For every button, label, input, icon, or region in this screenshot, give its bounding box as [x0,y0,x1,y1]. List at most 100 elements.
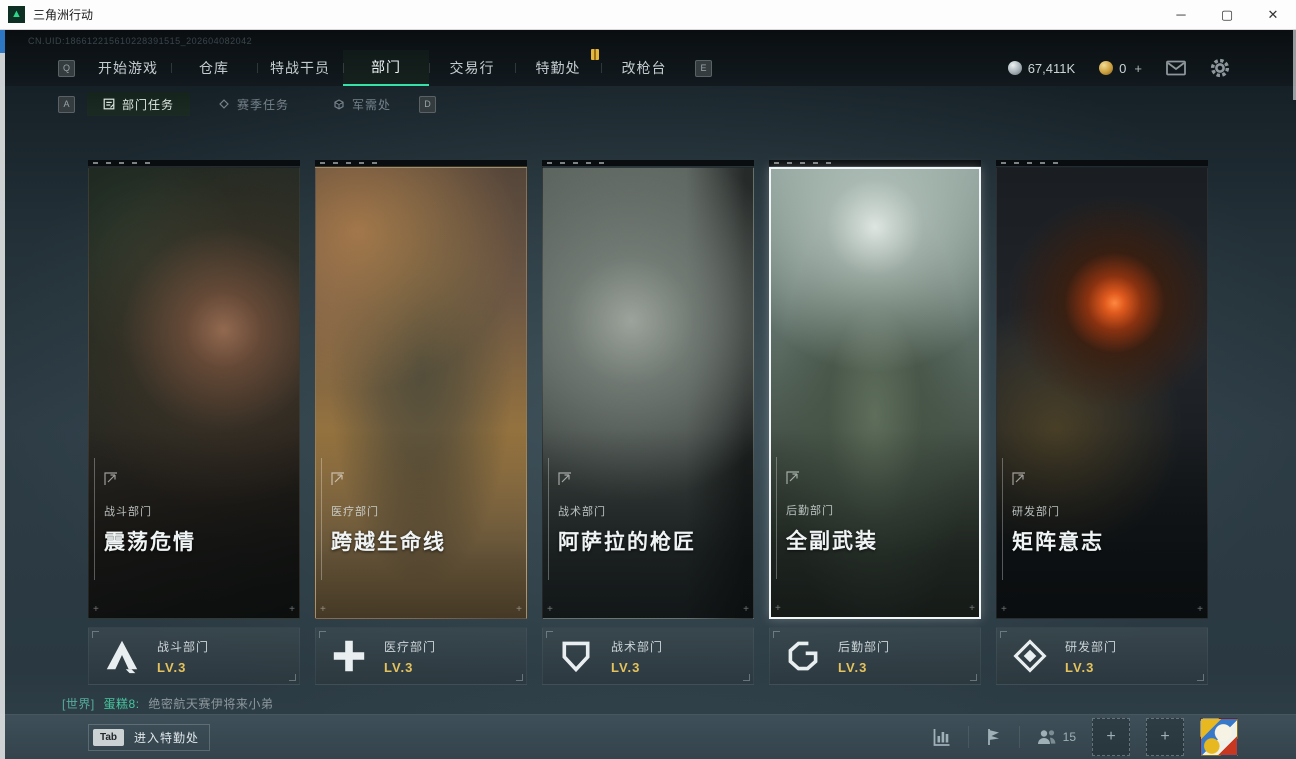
minimize-button[interactable]: ─ [1158,0,1204,29]
dept-tasks-icon [103,98,115,110]
season-tasks-icon [219,99,229,109]
tab-special-service[interactable]: 特勤处 [515,49,601,86]
next-tab-keyhint: E [695,59,712,77]
subtab-quartermaster[interactable]: 军需处 [317,92,407,116]
card-title: 跨越生命线 [331,531,446,554]
game-screen: CN.UID:186612215610228391515_20260408204… [0,30,1296,759]
card-dept-label: 医疗部门 [331,506,379,518]
prev-subtab-keyhint: A [58,95,75,113]
tab-warehouse[interactable]: 仓库 [171,50,257,86]
user-avatar[interactable] [1200,718,1238,756]
dept-name: 后勤部门 [838,639,891,654]
background-window-edge [0,30,5,759]
app-logo-icon: ▲ [8,6,25,23]
gold-coin-icon [1099,61,1114,75]
top-right-cluster: 67,411K 0 + [1007,50,1296,86]
player-uid: CN.UID:186612215610228391515_20260408204… [28,36,253,46]
bottom-right-cluster: 15 + + [932,718,1296,756]
add-slot-button-1[interactable]: + [1092,718,1130,756]
dept-level: LV.3 [384,659,414,675]
add-slot-button-2[interactable]: + [1146,718,1184,756]
premium-currency[interactable]: 0 + [1099,61,1142,76]
mission-card-image[interactable]: 战斗部门 震荡危情 + + [88,167,300,619]
card-title: 全副武装 [786,530,878,553]
combat-dept-icon [101,635,143,677]
card-top-strip [315,160,527,166]
stats-button[interactable] [932,727,952,747]
dept-info-bar: 后勤部门 LV.3 [769,627,981,685]
chat-username: 蛋糕8: [103,697,140,711]
card-top-strip [769,160,981,166]
card-title: 矩阵意志 [1012,531,1104,554]
bar-chart-icon [933,729,950,746]
close-button[interactable]: ✕ [1250,0,1296,29]
tab-operators[interactable]: 特战干员 [257,50,343,86]
plus-icon: + [1160,728,1170,745]
top-header: CN.UID:186612215610228391515_20260408204… [0,30,1296,86]
expand-icon [1012,472,1025,485]
new-item-badge [591,49,599,60]
card-dept-label: 战术部门 [558,506,606,518]
titlebar: ▲ 三角洲行动 ─ ▢ ✕ [0,0,1296,30]
gear-icon [1210,58,1230,78]
prev-tab-keyhint: Q [58,59,75,77]
mission-card-image-selected[interactable]: 后勤部门 全副武装 + + [769,167,981,619]
flag-icon [987,729,999,745]
app-window: ▲ 三角洲行动 ─ ▢ ✕ CN.UID:1866122156102283915… [0,0,1296,759]
dept-level: LV.3 [1065,659,1095,675]
window-title: 三角洲行动 [33,8,94,22]
card-dept-label: 战斗部门 [104,506,152,518]
expand-icon [786,471,799,484]
card-top-strip [542,160,754,166]
main-nav: Q 开始游戏 仓库 特战干员 部门 交易行 特勤处 改枪台 E 67,411K [0,49,1296,86]
dept-info-bar: 医疗部门 LV.3 [315,627,527,685]
report-button[interactable] [985,727,1003,747]
chat-text: 绝密航天赛伊将来小弟 [148,697,274,711]
primary-currency[interactable]: 67,411K [1007,61,1075,76]
logistics-dept-icon [782,635,824,677]
subtab-department-tasks[interactable]: 部门任务 [87,92,191,116]
card-title: 阿萨拉的枪匠 [558,531,696,554]
tactical-dept-icon [555,635,597,677]
dept-level: LV.3 [157,659,187,675]
mail-button[interactable] [1166,60,1186,76]
online-count: 15 [1062,730,1076,744]
mission-card-grid: 战斗部门 震荡危情 + + 战斗部门 LV.3 医疗部门 跨越生命线 + + 医… [88,160,1208,685]
mail-icon [1166,60,1186,76]
mission-card-image[interactable]: 医疗部门 跨越生命线 + + [315,167,527,619]
tab-department[interactable]: 部门 [343,50,429,86]
maximize-button[interactable]: ▢ [1204,0,1250,29]
bottom-bar: Tab 进入特勤处 15 + + [0,714,1296,759]
dept-info-bar: 研发部门 LV.3 [996,627,1208,685]
card-dept-label: 后勤部门 [786,505,834,517]
tab-trading-post[interactable]: 交易行 [429,50,515,86]
mission-card-image[interactable]: 研发部门 矩阵意志 + + [996,167,1208,619]
subtab-season-tasks[interactable]: 赛季任务 [202,92,305,116]
card-title: 震荡危情 [104,531,196,554]
tab-gunsmith[interactable]: 改枪台 [601,50,687,86]
chat-channel: [世界] [62,697,95,711]
chat-message[interactable]: [世界] 蛋糕8: 绝密航天赛伊将来小弟 [62,695,273,712]
mission-card-rnd: 研发部门 矩阵意志 + + 研发部门 LV.3 [996,160,1208,685]
dept-name: 战术部门 [611,639,664,654]
social-button[interactable]: 15 [1036,728,1076,746]
expand-icon [558,472,571,485]
sub-nav: A 部门任务 赛季任务 军需处 D [58,92,437,116]
enter-special-service-button[interactable]: Tab 进入特勤处 [88,723,211,751]
settings-button[interactable] [1210,58,1230,78]
dept-name: 战斗部门 [157,639,210,654]
mission-card-medical: 医疗部门 跨越生命线 + + 医疗部门 LV.3 [315,160,527,685]
quartermaster-icon [334,99,344,110]
mission-card-image[interactable]: 战术部门 阿萨拉的枪匠 + + [542,167,754,619]
dept-level: LV.3 [838,659,868,675]
expand-icon [104,472,117,485]
expand-icon [331,472,344,485]
medical-dept-icon [328,635,370,677]
mission-card-combat: 战斗部门 震荡危情 + + 战斗部门 LV.3 [88,160,300,685]
tab-start-game[interactable]: 开始游戏 [85,50,171,86]
people-icon [1037,730,1056,744]
silver-coin-icon [1007,61,1022,75]
plus-icon: + [1106,728,1116,745]
rnd-dept-icon [1009,635,1051,677]
dept-name: 研发部门 [1065,639,1118,654]
